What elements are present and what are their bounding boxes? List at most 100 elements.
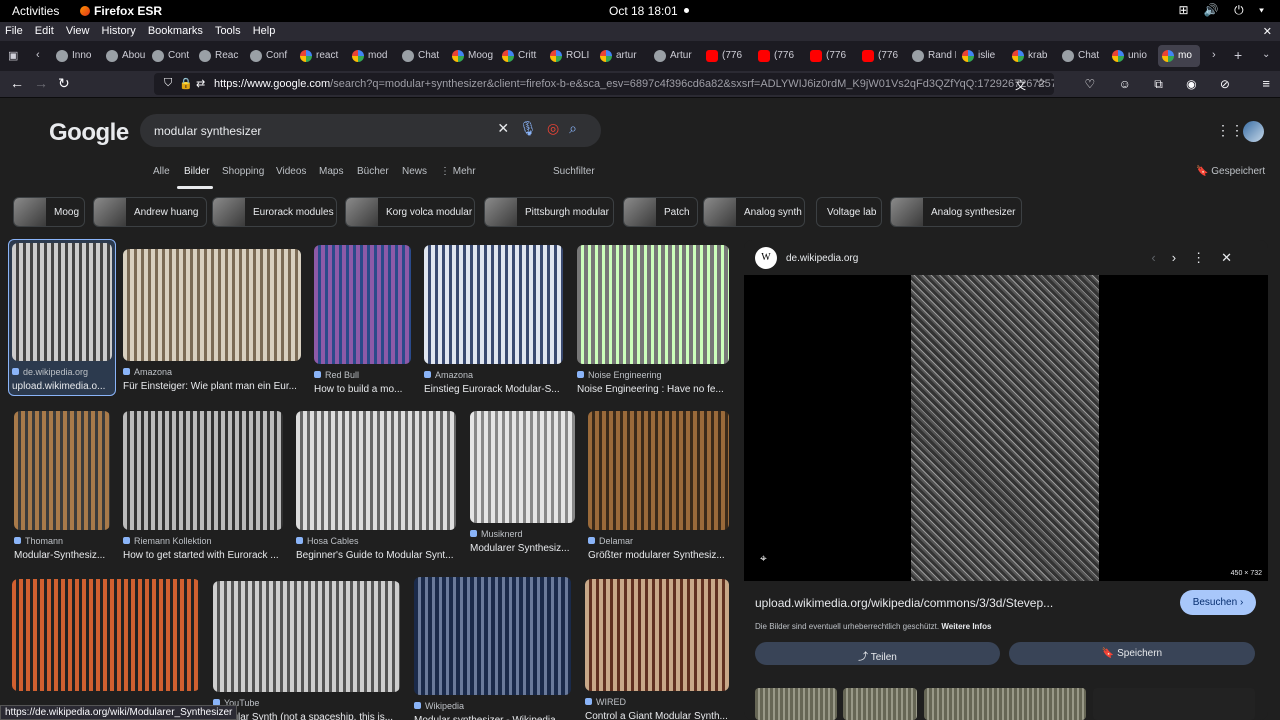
result-title[interactable]: Beginner's Guide to Modular Synt... (296, 550, 456, 561)
lens-icon[interactable]: ◎ (547, 120, 569, 136)
result-thumbnail[interactable] (296, 411, 456, 530)
result-title[interactable]: Für Einsteiger: Wie plant man ein Eur... (123, 381, 301, 392)
browser-tab[interactable]: (776 (754, 45, 804, 67)
forward-icon[interactable]: → (34, 75, 48, 91)
close-icon[interactable]: ✕ (1258, 22, 1276, 38)
browser-tab[interactable]: react (296, 45, 344, 67)
related-chip[interactable]: Moog (13, 197, 85, 227)
menu-file[interactable]: File (0, 22, 27, 37)
tab-scroll-right-icon[interactable]: › (1212, 49, 1216, 61)
browser-tab[interactable]: mo (1158, 45, 1200, 67)
result-thumbnail[interactable] (588, 411, 729, 530)
google-logo[interactable]: Google (49, 119, 129, 147)
menu-edit[interactable]: Edit (30, 22, 58, 37)
new-tab-button[interactable]: + (1234, 47, 1242, 63)
visit-button[interactable]: Besuchen › (1180, 590, 1256, 615)
result-thumbnail[interactable] (314, 245, 411, 364)
browser-tab[interactable]: Inno (52, 45, 94, 67)
browser-tab[interactable]: mod (348, 45, 396, 67)
related-chip[interactable]: Analog synth (703, 197, 805, 227)
browser-tab[interactable]: artur (596, 45, 646, 67)
related-thumb[interactable] (1093, 688, 1255, 720)
browser-tab[interactable]: Artur (650, 45, 700, 67)
browser-tab[interactable]: Cont (148, 45, 194, 67)
search-input[interactable]: modular synthesizer ✕🎙◎⌕ (140, 114, 601, 147)
tab-scroll-left-icon[interactable]: ‹ (36, 49, 40, 61)
image-result[interactable]: Delamar Größter modularer Synthesiz... (588, 411, 729, 561)
preview-image[interactable] (911, 275, 1099, 581)
result-thumbnail[interactable] (12, 243, 112, 361)
browser-tab[interactable]: ROLI (546, 45, 592, 67)
browser-tab[interactable]: unio (1108, 45, 1156, 67)
toolbar-extensions[interactable]: ♡ ☺ ⧉ ◉ ⊘ (1085, 77, 1240, 92)
save-button[interactable]: 🔖 Speichern (1009, 642, 1255, 665)
tab-overview-icon[interactable]: ▣ (8, 49, 18, 62)
menu-history[interactable]: History (97, 22, 140, 37)
image-result[interactable]: Musiknerd Modularer Synthesiz... (470, 411, 575, 554)
more-vert-icon[interactable]: ⋮ (1192, 250, 1221, 265)
result-thumbnail[interactable] (577, 245, 729, 364)
result-thumbnail[interactable] (470, 411, 575, 523)
result-title[interactable]: Modularer Synthesiz... (470, 543, 575, 554)
tracking-shield-icon[interactable]: ⛉ (164, 77, 172, 90)
tab-more[interactable]: ⋮ Mehr (440, 166, 476, 177)
browser-tab[interactable]: (776 (806, 45, 856, 67)
apps-grid-icon[interactable]: ⋮⋮ (1216, 122, 1244, 139)
app-menu-icon[interactable]: ≡ (1262, 76, 1270, 91)
result-title[interactable]: upload.wikimedia.o... (12, 381, 112, 392)
image-result[interactable]: WIRED Control a Giant Modular Synth... (585, 579, 729, 720)
browser-tab[interactable]: Reac (195, 45, 245, 67)
app-menu[interactable]: Firefox ESR (80, 4, 162, 18)
image-result[interactable]: Riemann Kollektion How to get started wit… (123, 411, 283, 561)
image-result[interactable]: YouTube Modular Synth (not a spaceship, t… (213, 581, 400, 720)
related-chip[interactable]: Eurorack modules (212, 197, 337, 227)
result-title[interactable]: How to build a mo... (314, 384, 411, 395)
browser-tab[interactable]: krab (1008, 45, 1056, 67)
result-title[interactable]: Modular-Synthesiz... (14, 550, 110, 561)
close-icon[interactable]: ✕ (1221, 250, 1248, 265)
result-thumbnail[interactable] (213, 581, 400, 692)
menu-help[interactable]: Help (248, 22, 280, 37)
result-title[interactable]: Noise Engineering : Have no fe... (577, 384, 729, 395)
reload-icon[interactable]: ↻ (58, 75, 70, 92)
browser-tab[interactable]: (776 (702, 45, 752, 67)
related-chip[interactable]: Andrew huang (93, 197, 207, 227)
clock[interactable]: Oct 18 18:01 (609, 4, 678, 18)
browser-tab[interactable]: Moog (448, 45, 496, 67)
preview-domain[interactable]: de.wikipedia.org (786, 253, 858, 264)
result-title[interactable]: Control a Giant Modular Synth... (585, 711, 729, 720)
browser-tab[interactable]: Chat (398, 45, 446, 67)
saved-link[interactable]: 🔖 Gespeichert (1196, 166, 1265, 177)
voice-search-icon[interactable]: 🎙 (519, 120, 547, 136)
preview-title-link[interactable]: upload.wikimedia.org/wikipedia/commons/3… (755, 596, 1053, 610)
result-thumbnail[interactable] (123, 249, 301, 361)
next-icon[interactable]: › (1172, 250, 1192, 265)
tab-shopping[interactable]: Shopping (222, 166, 264, 177)
bookmark-star-icon[interactable]: ☆ (1036, 76, 1046, 89)
avatar[interactable] (1243, 121, 1264, 142)
prev-icon[interactable]: ‹ (1151, 250, 1171, 265)
result-thumbnail[interactable] (14, 411, 110, 530)
menu-view[interactable]: View (61, 22, 94, 37)
related-chip[interactable]: Patch (623, 197, 698, 227)
result-title[interactable]: Modular Synth (not a spaceship, this is.… (213, 712, 400, 720)
system-tray[interactable]: ⊞ 🔊 ⏻ ▾ (1178, 3, 1270, 18)
image-result[interactable] (12, 579, 200, 691)
activities-button[interactable]: Activities (12, 4, 59, 18)
result-thumbnail[interactable] (424, 245, 563, 364)
browser-tab[interactable]: Abou (102, 45, 148, 67)
related-chip[interactable]: Pittsburgh modular (484, 197, 614, 227)
url-bar[interactable]: ⛉ 🔒 ⇄ https://www.google.com/search?q=mo… (154, 73, 1054, 95)
permissions-icon[interactable]: ⇄ (196, 77, 205, 90)
related-chip[interactable]: Analog synthesizer (890, 197, 1022, 227)
image-result[interactable]: Wikipedia Modular synthesizer - Wikipedia (414, 577, 571, 720)
image-result[interactable]: Amazona Für Einsteiger: Wie plant man ein… (123, 249, 301, 392)
image-result[interactable]: Amazona Einstieg Eurorack Modular-S... (424, 245, 563, 395)
search-icon[interactable]: ⌕ (569, 120, 587, 136)
image-result[interactable]: Red Bull How to build a mo... (314, 245, 411, 395)
share-button[interactable]: ⤴ Teilen (755, 642, 1000, 665)
tab-videos[interactable]: Videos (276, 166, 306, 177)
browser-tab[interactable]: Conf (246, 45, 292, 67)
image-result[interactable]: Noise Engineering Noise Engineering : Hav… (577, 245, 729, 395)
browser-tab[interactable]: (776 (858, 45, 906, 67)
